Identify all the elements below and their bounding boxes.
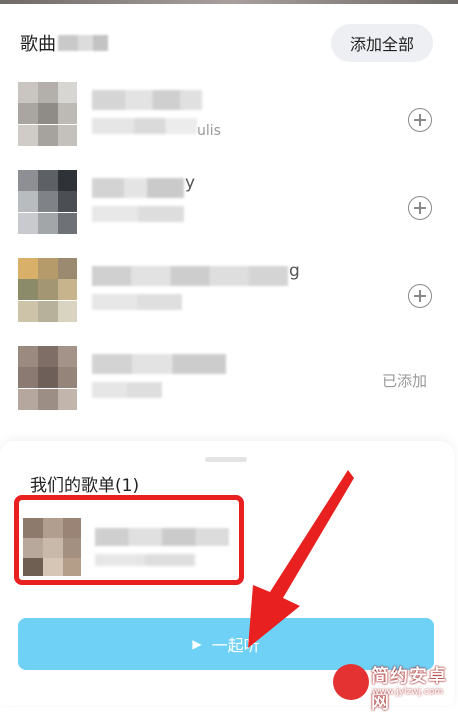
playlist-name-blurred bbox=[95, 528, 229, 546]
song-row[interactable]: y bbox=[0, 158, 458, 246]
song-artist-blurred bbox=[92, 294, 182, 310]
song-row[interactable]: ulis bbox=[0, 70, 458, 158]
add-song-icon[interactable] bbox=[408, 196, 432, 220]
android-logo-icon bbox=[333, 664, 369, 700]
song-title-blurred bbox=[92, 90, 202, 110]
listen-together-label: 一起听 bbox=[211, 636, 260, 655]
playlist-meta-blurred bbox=[95, 554, 195, 566]
song-artist-blurred bbox=[92, 382, 162, 398]
song-section-header: 歌曲 添加全部 bbox=[0, 4, 458, 70]
added-status: 已添加 bbox=[382, 372, 428, 390]
playlist-item-highlighted[interactable] bbox=[14, 495, 244, 585]
song-artist-suffix: ulis bbox=[197, 123, 221, 139]
song-row[interactable]: 已添加 bbox=[0, 334, 458, 422]
add-all-button[interactable]: 添加全部 bbox=[331, 24, 433, 62]
song-title-blurred bbox=[92, 266, 288, 286]
sheet-title: 我们的歌单(1) bbox=[30, 476, 140, 496]
song-cover bbox=[18, 82, 77, 146]
song-title-blurred bbox=[92, 178, 184, 198]
song-row[interactable]: g bbox=[0, 246, 458, 334]
song-artist-blurred bbox=[92, 206, 184, 222]
watermark: 简约安卓网 www.jylzwj.com bbox=[325, 662, 458, 713]
song-title-blurred bbox=[92, 354, 226, 374]
song-cover bbox=[18, 346, 77, 410]
playlist-cover bbox=[23, 518, 81, 576]
drag-handle[interactable] bbox=[205, 457, 247, 462]
watermark-url: www.jylzwj.com bbox=[372, 687, 444, 697]
add-song-icon[interactable] bbox=[408, 284, 432, 308]
section-title: 歌曲 bbox=[20, 34, 56, 55]
song-title-suffix: y bbox=[185, 173, 196, 193]
add-song-icon[interactable] bbox=[408, 108, 432, 132]
blurred-text bbox=[58, 35, 108, 51]
song-cover bbox=[18, 258, 77, 322]
song-artist-blurred bbox=[92, 118, 197, 134]
song-cover bbox=[18, 170, 77, 234]
play-icon: ▶ bbox=[192, 637, 202, 651]
song-title-suffix: g bbox=[289, 261, 300, 281]
